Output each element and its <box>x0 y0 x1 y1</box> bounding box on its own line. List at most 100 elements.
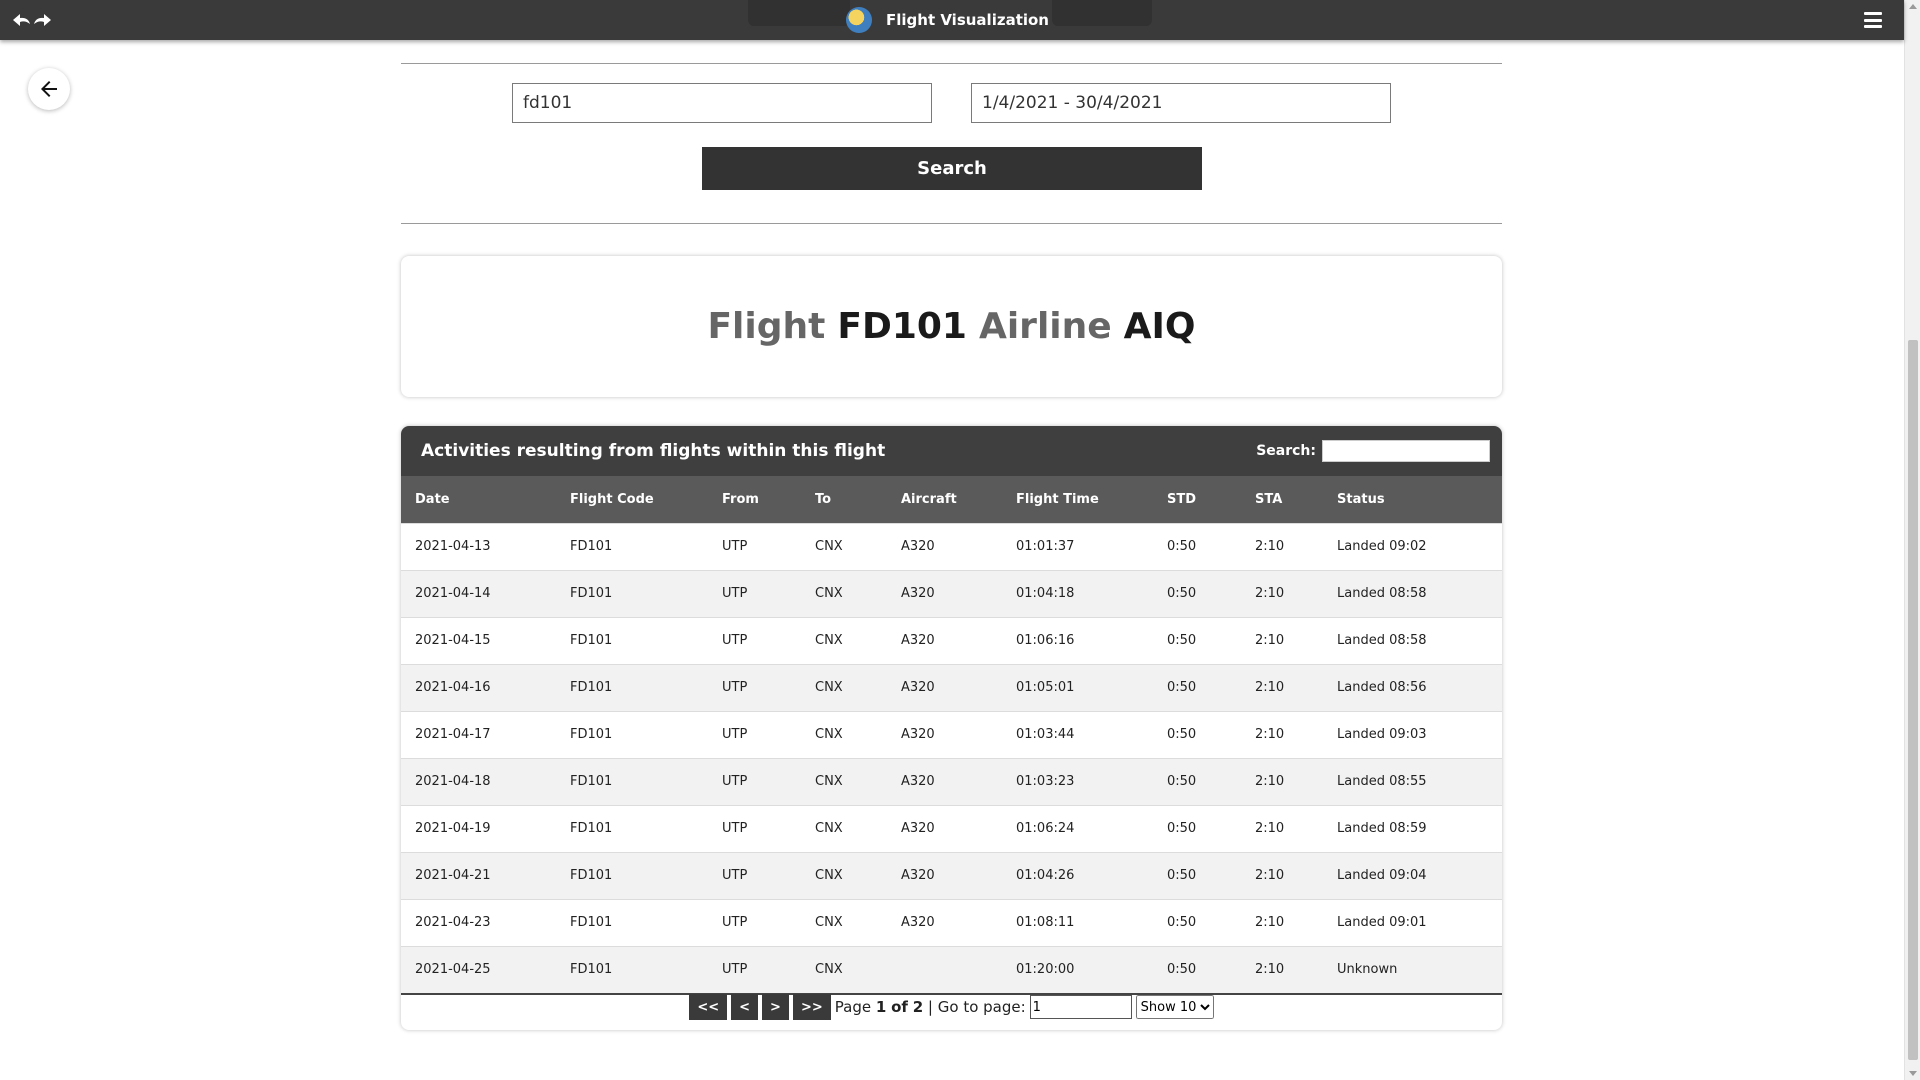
cell-aircraft: A320 <box>887 851 1002 899</box>
page-indicator: Page 1 of 2 | Go to page: <box>835 998 1026 1016</box>
last-page-button[interactable]: >> <box>792 994 831 1020</box>
table-row[interactable]: 2021-04-16 FD101 UTP CNX A320 01:05:01 0:50 2:1… <box>401 663 1502 711</box>
cell-flight-code: FD101 <box>556 522 708 570</box>
of-label: of <box>891 998 908 1016</box>
cell-status: Landed 08:58 <box>1323 616 1502 664</box>
cell-date: 2021-04-25 <box>401 945 556 995</box>
cell-sta: 2:10 <box>1241 663 1323 711</box>
flight-summary-card: Flight FD101 Airline AIQ <box>401 256 1502 397</box>
cell-sta: 2:10 <box>1241 898 1323 946</box>
page-size-select[interactable]: Show 10 <box>1135 995 1214 1019</box>
cell-from: UTP <box>708 569 801 617</box>
cell-std: 0:50 <box>1153 663 1241 711</box>
cell-aircraft: A320 <box>887 522 1002 570</box>
activities-table: Date Flight Code From To Aircraft Flight… <box>401 476 1502 995</box>
cell-date: 2021-04-14 <box>401 569 556 617</box>
airline-label: Airline <box>978 306 1112 347</box>
cell-std: 0:50 <box>1153 851 1241 899</box>
table-row[interactable]: 2021-04-15 FD101 UTP CNX A320 01:06:16 0:50 2:1… <box>401 616 1502 664</box>
cell-from: UTP <box>708 522 801 570</box>
hamburger-menu-icon[interactable] <box>1864 12 1882 28</box>
cell-from: UTP <box>708 804 801 852</box>
table-row[interactable]: 2021-04-18 FD101 UTP CNX A320 01:03:23 0:50 2:1… <box>401 757 1502 805</box>
goto-label: | Go to page: <box>927 998 1026 1016</box>
date-range-input[interactable] <box>971 83 1391 123</box>
scroll-up-arrow-icon[interactable] <box>1909 4 1917 9</box>
cell-aircraft: A320 <box>887 616 1002 664</box>
first-page-button[interactable]: << <box>689 994 728 1020</box>
cell-std: 0:50 <box>1153 898 1241 946</box>
cell-to: CNX <box>801 569 887 617</box>
cell-to: CNX <box>801 522 887 570</box>
back-button[interactable] <box>28 68 70 110</box>
table-title: Activities resulting from flights within… <box>421 441 886 461</box>
cell-flight-time: 01:04:18 <box>1002 569 1153 617</box>
flight-label: Flight <box>707 306 826 347</box>
column-header-status[interactable]: Status <box>1323 476 1502 523</box>
column-header-flight-code[interactable]: Flight Code <box>556 476 708 523</box>
table-row[interactable]: 2021-04-14 FD101 UTP CNX A320 01:04:18 0:50 2:1… <box>401 569 1502 617</box>
table-row[interactable]: 2021-04-25 FD101 UTP CNX 01:20:00 0:50 2:10 Unk… <box>401 945 1502 995</box>
cell-std: 0:50 <box>1153 710 1241 758</box>
cell-to: CNX <box>801 757 887 805</box>
arrow-left-icon <box>41 81 57 97</box>
column-header-aircraft[interactable]: Aircraft <box>887 476 1002 523</box>
cell-flight-code: FD101 <box>556 569 708 617</box>
cell-to: CNX <box>801 851 887 899</box>
cell-flight-time: 01:04:26 <box>1002 851 1153 899</box>
cell-flight-time: 01:06:16 <box>1002 616 1153 664</box>
nav-blurred-item <box>1052 0 1152 26</box>
goto-page-input[interactable] <box>1029 995 1132 1019</box>
current-page: 1 <box>875 998 887 1016</box>
nav-blurred-item <box>748 0 850 26</box>
page-scrollbar[interactable] <box>1904 0 1920 1080</box>
cell-status: Landed 08:58 <box>1323 569 1502 617</box>
cell-flight-time: 01:20:00 <box>1002 945 1153 995</box>
flight-code: FD101 <box>837 306 967 347</box>
cell-to: CNX <box>801 898 887 946</box>
cell-flight-code: FD101 <box>556 757 708 805</box>
cell-flight-code: FD101 <box>556 616 708 664</box>
cell-from: UTP <box>708 851 801 899</box>
table-row[interactable]: 2021-04-19 FD101 UTP CNX A320 01:06:24 0:50 2:1… <box>401 804 1502 852</box>
airline-code: AIQ <box>1123 306 1196 347</box>
column-header-date[interactable]: Date <box>401 476 556 523</box>
cell-aircraft: A320 <box>887 569 1002 617</box>
column-header-from[interactable]: From <box>708 476 801 523</box>
cell-sta: 2:10 <box>1241 569 1323 617</box>
cell-flight-code: FD101 <box>556 898 708 946</box>
table-search-label: Search: <box>1256 443 1316 459</box>
scroll-down-arrow-icon[interactable] <box>1909 1071 1917 1076</box>
cell-to: CNX <box>801 945 887 995</box>
cell-aircraft: A320 <box>887 663 1002 711</box>
flight-code-input[interactable] <box>512 83 932 123</box>
cell-sta: 2:10 <box>1241 710 1323 758</box>
search-button[interactable]: Search <box>702 147 1202 190</box>
cell-to: CNX <box>801 804 887 852</box>
cell-date: 2021-04-23 <box>401 898 556 946</box>
table-row[interactable]: 2021-04-17 FD101 UTP CNX A320 01:03:44 0:50 2:1… <box>401 710 1502 758</box>
cell-from: UTP <box>708 663 801 711</box>
column-header-std[interactable]: STD <box>1153 476 1241 523</box>
undo-redo-icon[interactable] <box>10 10 54 30</box>
total-pages: 2 <box>912 998 924 1016</box>
table-row[interactable]: 2021-04-13 FD101 UTP CNX A320 01:01:37 0:50 2:1… <box>401 522 1502 570</box>
table-search-input[interactable] <box>1322 440 1490 462</box>
table-row[interactable]: 2021-04-23 FD101 UTP CNX A320 01:08:11 0:50 2:1… <box>401 898 1502 946</box>
next-page-button[interactable]: > <box>762 994 789 1020</box>
scroll-thumb[interactable] <box>1908 340 1918 1060</box>
column-header-flight-time[interactable]: Flight Time <box>1002 476 1153 523</box>
cell-aircraft: A320 <box>887 804 1002 852</box>
table-row[interactable]: 2021-04-21 FD101 UTP CNX A320 01:04:26 0:50 2:1… <box>401 851 1502 899</box>
cell-sta: 2:10 <box>1241 804 1323 852</box>
table-search: Search: <box>1256 440 1490 462</box>
table-header-bar: Activities resulting from flights within… <box>401 426 1502 476</box>
column-header-sta[interactable]: STA <box>1241 476 1323 523</box>
cell-flight-time: 01:03:44 <box>1002 710 1153 758</box>
column-header-to[interactable]: To <box>801 476 887 523</box>
cell-date: 2021-04-19 <box>401 804 556 852</box>
prev-page-button[interactable]: < <box>731 994 759 1020</box>
cell-std: 0:50 <box>1153 757 1241 805</box>
cell-status: Landed 08:55 <box>1323 757 1502 805</box>
brand[interactable]: Flight Visualization <box>846 7 1049 33</box>
